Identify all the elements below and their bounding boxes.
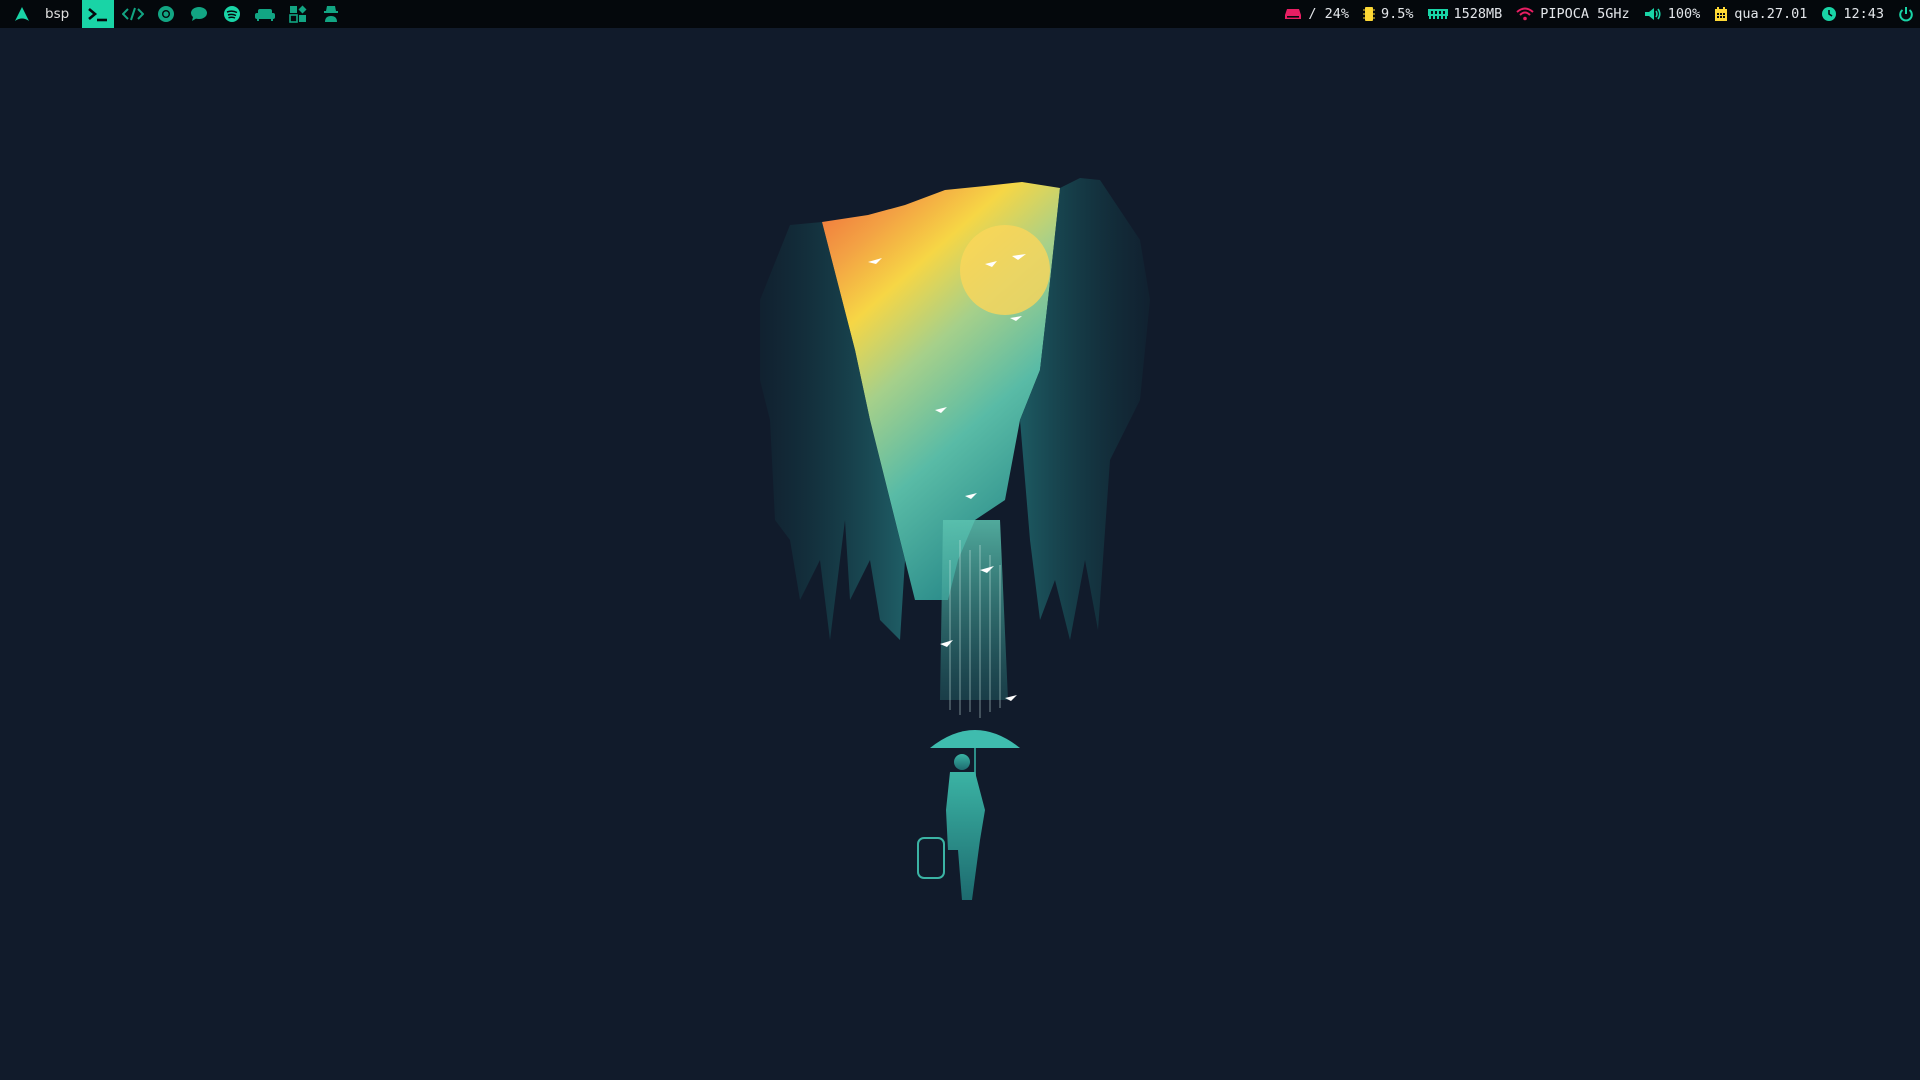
apps-icon xyxy=(289,5,307,23)
sofa-icon xyxy=(254,6,276,22)
time-text: 12:43 xyxy=(1843,6,1884,22)
volume-icon xyxy=(1644,7,1662,21)
date-text: qua.27.01 xyxy=(1734,6,1808,22)
wifi-module[interactable]: PIPOCA 5GHz xyxy=(1516,6,1630,22)
memory-usage: 1528MB xyxy=(1453,6,1503,22)
disk-module: / 24% xyxy=(1284,6,1349,22)
disk-usage: / 24% xyxy=(1308,6,1349,22)
workspace-apps[interactable] xyxy=(282,0,314,28)
chrome-icon xyxy=(157,5,175,23)
volume-module[interactable]: 100% xyxy=(1644,6,1701,22)
calendar-icon xyxy=(1714,6,1728,22)
cpu-icon xyxy=(1362,6,1375,22)
clock-icon xyxy=(1821,6,1837,22)
volume-level: 100% xyxy=(1667,6,1701,22)
cpu-usage: 9.5% xyxy=(1380,6,1414,22)
power-icon xyxy=(1898,6,1914,22)
chat-icon xyxy=(190,6,208,22)
workspace-media[interactable] xyxy=(249,0,281,28)
wallpaper-illustration xyxy=(760,178,1150,900)
top-bar: bsp / 24% 9.5% 1528MB PIPOCA 5GHz 100% q… xyxy=(0,0,1920,28)
workspace-browser[interactable] xyxy=(150,0,182,28)
code-icon xyxy=(122,6,145,22)
workspace-terminal[interactable] xyxy=(82,0,115,28)
workspace-music[interactable] xyxy=(216,0,248,28)
time-module[interactable]: 12:43 xyxy=(1821,6,1884,22)
workspace-private[interactable] xyxy=(315,0,347,28)
spotify-icon xyxy=(223,5,241,23)
power-button[interactable] xyxy=(1898,6,1914,22)
wifi-network: PIPOCA 5GHz xyxy=(1540,6,1630,22)
memory-icon xyxy=(1427,8,1448,20)
memory-module: 1528MB xyxy=(1427,6,1503,22)
bar-right: / 24% 9.5% 1528MB PIPOCA 5GHz 100% qua.2… xyxy=(1270,0,1920,28)
workspace-chat[interactable] xyxy=(183,0,215,28)
cpu-module: 9.5% xyxy=(1362,6,1414,22)
terminal-icon xyxy=(86,6,110,22)
workspace-code[interactable] xyxy=(117,0,149,28)
disk-icon xyxy=(1284,7,1302,21)
incognito-icon xyxy=(323,5,339,23)
layout-indicator[interactable]: bsp xyxy=(45,6,69,22)
bar-left: bsp xyxy=(0,0,348,28)
wifi-icon xyxy=(1516,7,1534,21)
date-module[interactable]: qua.27.01 xyxy=(1714,6,1807,22)
arch-logo-icon[interactable] xyxy=(6,0,38,28)
